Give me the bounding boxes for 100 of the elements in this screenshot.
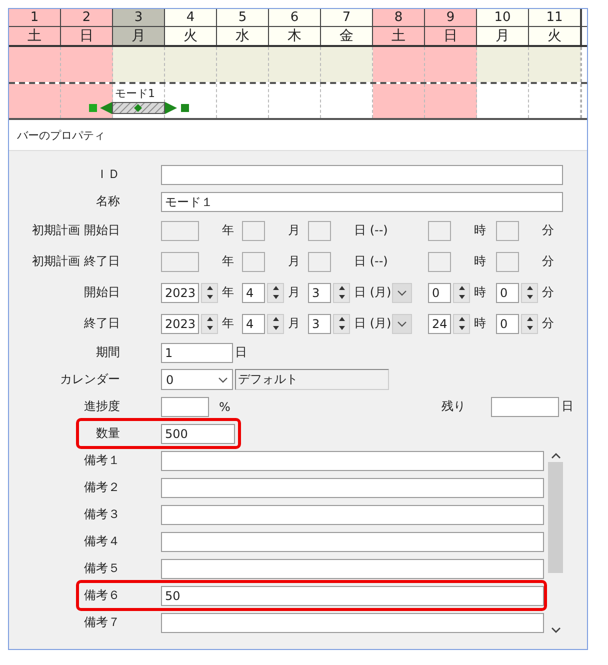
unit-label: 時 — [474, 284, 486, 301]
spin-button[interactable] — [333, 314, 350, 334]
date-dropdown[interactable] — [392, 282, 412, 302]
input-field[interactable] — [161, 558, 544, 578]
input-field[interactable]: 2023 — [161, 282, 199, 302]
input-field[interactable] — [161, 164, 563, 184]
input-field[interactable] — [161, 532, 544, 552]
unit-label: 時 — [474, 222, 486, 239]
chevron-down-icon — [218, 376, 228, 382]
unit-label: 月 — [288, 222, 300, 239]
spin-button[interactable] — [333, 282, 350, 302]
input-field[interactable]: 2023 — [161, 314, 199, 334]
day-number: 3 — [113, 9, 165, 27]
weekday-label: 月 — [477, 27, 529, 45]
spin-button[interactable] — [267, 314, 284, 334]
weekday-label: 火 — [529, 27, 581, 45]
task-bar[interactable] — [89, 101, 189, 115]
input-field[interactable] — [161, 612, 544, 632]
unit-label: 分 — [542, 315, 554, 332]
field-label: 名称 — [95, 193, 120, 210]
schedule-cell — [477, 47, 529, 82]
field-label: 初期計画 開始日 — [31, 222, 120, 239]
input-field[interactable]: 0 — [428, 282, 451, 302]
weekday-label: 日 — [425, 27, 477, 45]
field-label: 備考３ — [83, 506, 120, 523]
day-number: 2 — [61, 9, 113, 27]
weekday-label: 日 — [61, 27, 113, 45]
input-field[interactable] — [496, 220, 519, 240]
input-field[interactable] — [242, 220, 265, 240]
input-field[interactable]: モード１ — [161, 192, 563, 212]
calendar-dropdown[interactable]: 0 — [161, 369, 233, 390]
scroll-down-icon[interactable] — [550, 627, 560, 633]
input-field[interactable]: 0 — [496, 282, 519, 302]
spin-button[interactable] — [453, 282, 470, 302]
input-field[interactable]: 500 — [161, 424, 235, 444]
field-label: 備考１ — [83, 452, 120, 469]
field-label: 備考４ — [83, 533, 120, 550]
unit-label: 時 — [474, 253, 486, 270]
field-label: 残り — [441, 398, 466, 415]
spin-button[interactable] — [521, 314, 538, 334]
scroll-up-icon[interactable] — [550, 453, 560, 459]
input-field[interactable]: 3 — [308, 314, 331, 334]
field-label: 進捗度 — [83, 398, 120, 415]
schedule-cell — [9, 47, 61, 82]
field-label: カレンダー — [59, 371, 120, 388]
field-label: 備考５ — [83, 560, 120, 577]
spin-button[interactable] — [453, 314, 470, 334]
input-field[interactable] — [496, 252, 519, 272]
input-field[interactable]: 4 — [242, 282, 265, 302]
day-number: 7 — [321, 9, 373, 27]
input-field[interactable]: 1 — [161, 342, 233, 362]
field-label: 初期計画 終了日 — [31, 253, 120, 270]
input-field[interactable] — [161, 478, 544, 498]
field-label: ＩＤ — [95, 166, 120, 183]
input-field[interactable]: 24 — [428, 314, 451, 334]
input-field[interactable] — [491, 396, 560, 416]
input-field[interactable] — [428, 220, 451, 240]
day-number: 1 — [9, 9, 61, 27]
schedule-cell — [165, 47, 217, 82]
input-field[interactable] — [308, 252, 331, 272]
schedule-cell — [529, 47, 581, 82]
input-field[interactable] — [161, 450, 544, 470]
unit-label: 年 — [222, 284, 234, 301]
input-field[interactable] — [242, 252, 265, 272]
spin-button[interactable] — [201, 314, 218, 334]
input-field[interactable] — [428, 252, 451, 272]
input-field[interactable] — [161, 504, 544, 524]
unit-label: 分 — [542, 284, 554, 301]
input-field[interactable] — [161, 396, 209, 416]
schedule-cell — [425, 47, 477, 82]
spin-button[interactable] — [521, 282, 538, 302]
field-label: 終了日 — [83, 315, 120, 332]
unit-label: 月 — [288, 253, 300, 270]
spin-button[interactable] — [201, 282, 218, 302]
scroll-thumb[interactable] — [548, 462, 563, 573]
field-label: 備考７ — [83, 614, 120, 631]
weekday-label: 火 — [165, 27, 217, 45]
field-label: 期間 — [95, 344, 120, 361]
weekday-label: 水 — [217, 27, 269, 45]
unit-label: 月 — [288, 315, 300, 332]
spin-button[interactable] — [267, 282, 284, 302]
unit-label: 日 (--) — [354, 253, 388, 270]
input-field[interactable]: 4 — [242, 314, 265, 334]
unit-label: 日 (月) — [354, 284, 392, 301]
field-label: 開始日 — [83, 284, 120, 301]
day-number: 6 — [269, 9, 321, 27]
input-field[interactable]: 3 — [308, 282, 331, 302]
unit-label: 時 — [474, 315, 486, 332]
input-field[interactable]: 0 — [496, 314, 519, 334]
date-dropdown[interactable] — [392, 314, 412, 334]
input-field[interactable] — [308, 220, 331, 240]
day-number: 5 — [217, 9, 269, 27]
schedule-cell — [113, 47, 165, 82]
weekday-label: 土 — [9, 27, 61, 45]
schedule-cell — [61, 47, 113, 82]
day-number: 8 — [373, 9, 425, 27]
unit-label: 日 (月) — [354, 315, 392, 332]
input-field[interactable]: 50 — [161, 586, 544, 606]
weekday-label: 木 — [269, 27, 321, 45]
schedule-cell — [217, 47, 269, 82]
